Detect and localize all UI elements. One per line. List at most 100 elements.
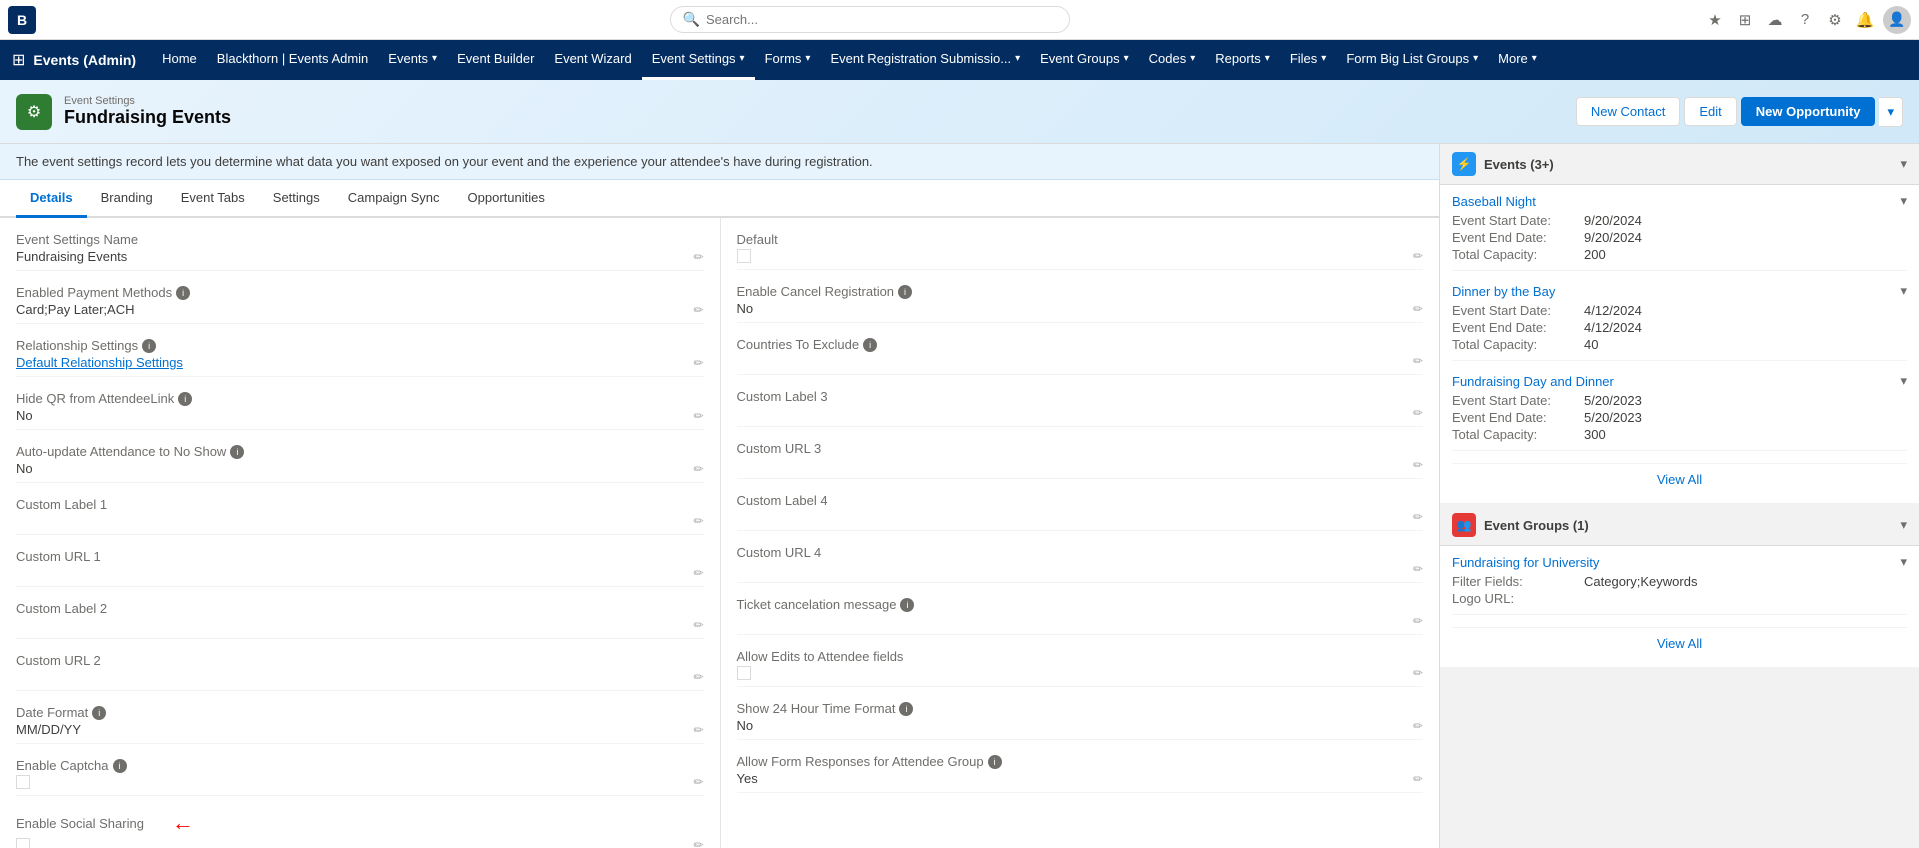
tab-campaign-sync[interactable]: Campaign Sync — [334, 180, 454, 218]
search-input[interactable] — [706, 12, 1057, 27]
tab-branding[interactable]: Branding — [87, 180, 167, 218]
edit-icon[interactable]: ✏ — [693, 356, 703, 370]
event-link-baseball[interactable]: Baseball Night — [1452, 194, 1536, 209]
edit-icon[interactable]: ✏ — [1413, 249, 1423, 263]
star-icon[interactable]: ★ — [1703, 8, 1727, 32]
info-icon-cancel[interactable]: i — [898, 285, 912, 299]
new-opportunity-button[interactable]: New Opportunity — [1741, 97, 1876, 126]
right-panel: ⚡ Events (3+) ▾ Baseball Night ▾ Event S… — [1439, 144, 1919, 848]
edit-icon[interactable]: ✏ — [693, 775, 703, 789]
edit-icon[interactable]: ✏ — [1413, 666, 1423, 680]
nav-item-event-reg[interactable]: Event Registration Submissio...▾ — [820, 40, 1030, 80]
default-checkbox[interactable] — [737, 249, 751, 263]
edit-icon[interactable]: ✏ — [693, 409, 703, 423]
edit-icon[interactable]: ✏ — [1413, 772, 1423, 786]
cloud-icon[interactable]: ☁ — [1763, 8, 1787, 32]
edit-icon[interactable]: ✏ — [693, 670, 703, 684]
nav-item-codes[interactable]: Codes▾ — [1139, 40, 1206, 80]
nav-item-forms[interactable]: Forms▾ — [755, 40, 821, 80]
field-auto-update: Auto-update Attendance to No Show i No ✏ — [16, 438, 704, 483]
edit-icon[interactable]: ✏ — [693, 250, 703, 264]
info-icon-ticket[interactable]: i — [900, 598, 914, 612]
nav-item-event-builder[interactable]: Event Builder — [447, 40, 544, 80]
events-panel-header[interactable]: ⚡ Events (3+) ▾ — [1440, 144, 1919, 185]
nav-item-more[interactable]: More▾ — [1488, 40, 1547, 80]
info-icon-time[interactable]: i — [899, 702, 913, 716]
nav-item-reports[interactable]: Reports▾ — [1205, 40, 1280, 80]
nav-item-event-settings[interactable]: Event Settings▾ — [642, 40, 755, 80]
edit-icon[interactable]: ✏ — [693, 462, 703, 476]
event-link-dinner-bay[interactable]: Dinner by the Bay — [1452, 284, 1555, 299]
tab-settings[interactable]: Settings — [259, 180, 334, 218]
main-layout: The event settings record lets you deter… — [0, 144, 1919, 848]
avatar[interactable]: 👤 — [1883, 6, 1911, 34]
info-icon-form-resp[interactable]: i — [988, 755, 1002, 769]
event-groups-panel-caret[interactable]: ▾ — [1900, 517, 1907, 533]
edit-icon[interactable]: ✏ — [693, 723, 703, 737]
more-actions-button[interactable]: ▾ — [1879, 97, 1903, 127]
grid-icon[interactable]: ⊞ — [12, 50, 25, 70]
search-bar[interactable]: 🔍 — [670, 6, 1070, 33]
edit-button[interactable]: Edit — [1684, 97, 1736, 126]
edit-icon[interactable]: ✏ — [1413, 354, 1423, 368]
edit-icon[interactable]: ✏ — [1413, 458, 1423, 472]
relationship-link[interactable]: Default Relationship Settings — [16, 355, 693, 370]
events-view-all[interactable]: View All — [1452, 463, 1907, 495]
new-contact-button[interactable]: New Contact — [1576, 97, 1680, 126]
edit-icon[interactable]: ✏ — [693, 566, 703, 580]
help-icon[interactable]: ? — [1793, 8, 1817, 32]
field-custom-url-3: Custom URL 3 ✏ — [737, 435, 1424, 479]
nav-item-blackthorn[interactable]: Blackthorn | Events Admin — [207, 40, 379, 80]
nav-item-files[interactable]: Files▾ — [1280, 40, 1336, 80]
info-icon-countries[interactable]: i — [863, 338, 877, 352]
info-icon-payment[interactable]: i — [176, 286, 190, 300]
nav-item-event-groups[interactable]: Event Groups▾ — [1030, 40, 1139, 80]
tab-details[interactable]: Details — [16, 180, 87, 218]
breadcrumb: Event Settings — [64, 95, 231, 107]
edit-icon[interactable]: ✏ — [1413, 562, 1423, 576]
edit-icon[interactable]: ✏ — [693, 618, 703, 632]
event-group-expand[interactable]: ▾ — [1900, 554, 1907, 570]
tab-opportunities[interactable]: Opportunities — [454, 180, 559, 218]
events-section: ⚡ Events (3+) ▾ Baseball Night ▾ Event S… — [1440, 144, 1919, 503]
notifications-icon[interactable]: 🔔 — [1853, 8, 1877, 32]
field-custom-label-2: Custom Label 2 ✏ — [16, 595, 704, 639]
apps-icon[interactable]: ⊞ — [1733, 8, 1757, 32]
form-grid: Event Settings Name Fundraising Events ✏… — [0, 218, 1439, 848]
page-header-icon: ⚙ — [16, 94, 52, 130]
edit-icon[interactable]: ✏ — [1413, 302, 1423, 316]
event-group-link-fundraising-univ[interactable]: Fundraising for University — [1452, 555, 1599, 570]
captcha-checkbox[interactable] — [16, 775, 30, 789]
event-expand-fundraising-dinner[interactable]: ▾ — [1900, 373, 1907, 389]
field-custom-label-3: Custom Label 3 ✏ — [737, 383, 1424, 427]
edit-icon[interactable]: ✏ — [693, 514, 703, 528]
edit-icon[interactable]: ✏ — [1413, 719, 1423, 733]
info-icon-date[interactable]: i — [92, 706, 106, 720]
info-icon-rel[interactable]: i — [142, 339, 156, 353]
event-expand-dinner-bay[interactable]: ▾ — [1900, 283, 1907, 299]
info-icon-auto[interactable]: i — [230, 445, 244, 459]
info-icon-qr[interactable]: i — [178, 392, 192, 406]
event-link-fundraising-dinner[interactable]: Fundraising Day and Dinner — [1452, 374, 1614, 389]
edit-icon[interactable]: ✏ — [1413, 614, 1423, 628]
top-navigation: B 🔍 ★ ⊞ ☁ ? ⚙ 🔔 👤 — [0, 0, 1919, 40]
event-expand-baseball[interactable]: ▾ — [1900, 193, 1907, 209]
events-panel-title: Events (3+) — [1484, 157, 1554, 172]
edit-icon[interactable]: ✏ — [693, 838, 703, 848]
edit-icon[interactable]: ✏ — [1413, 406, 1423, 420]
event-groups-view-all[interactable]: View All — [1452, 627, 1907, 659]
info-icon-captcha[interactable]: i — [113, 759, 127, 773]
edit-icon[interactable]: ✏ — [693, 303, 703, 317]
field-payment-methods: Enabled Payment Methods i Card;Pay Later… — [16, 279, 704, 324]
nav-item-home[interactable]: Home — [152, 40, 207, 80]
events-panel-caret[interactable]: ▾ — [1900, 156, 1907, 172]
tab-event-tabs[interactable]: Event Tabs — [167, 180, 259, 218]
social-sharing-checkbox[interactable] — [16, 838, 30, 848]
nav-item-events[interactable]: Events▾ — [378, 40, 447, 80]
allow-edits-checkbox[interactable] — [737, 666, 751, 680]
nav-item-event-wizard[interactable]: Event Wizard — [544, 40, 641, 80]
edit-icon[interactable]: ✏ — [1413, 510, 1423, 524]
event-groups-panel-header[interactable]: 👥 Event Groups (1) ▾ — [1440, 505, 1919, 546]
settings-icon[interactable]: ⚙ — [1823, 8, 1847, 32]
nav-item-form-big-list[interactable]: Form Big List Groups▾ — [1336, 40, 1488, 80]
